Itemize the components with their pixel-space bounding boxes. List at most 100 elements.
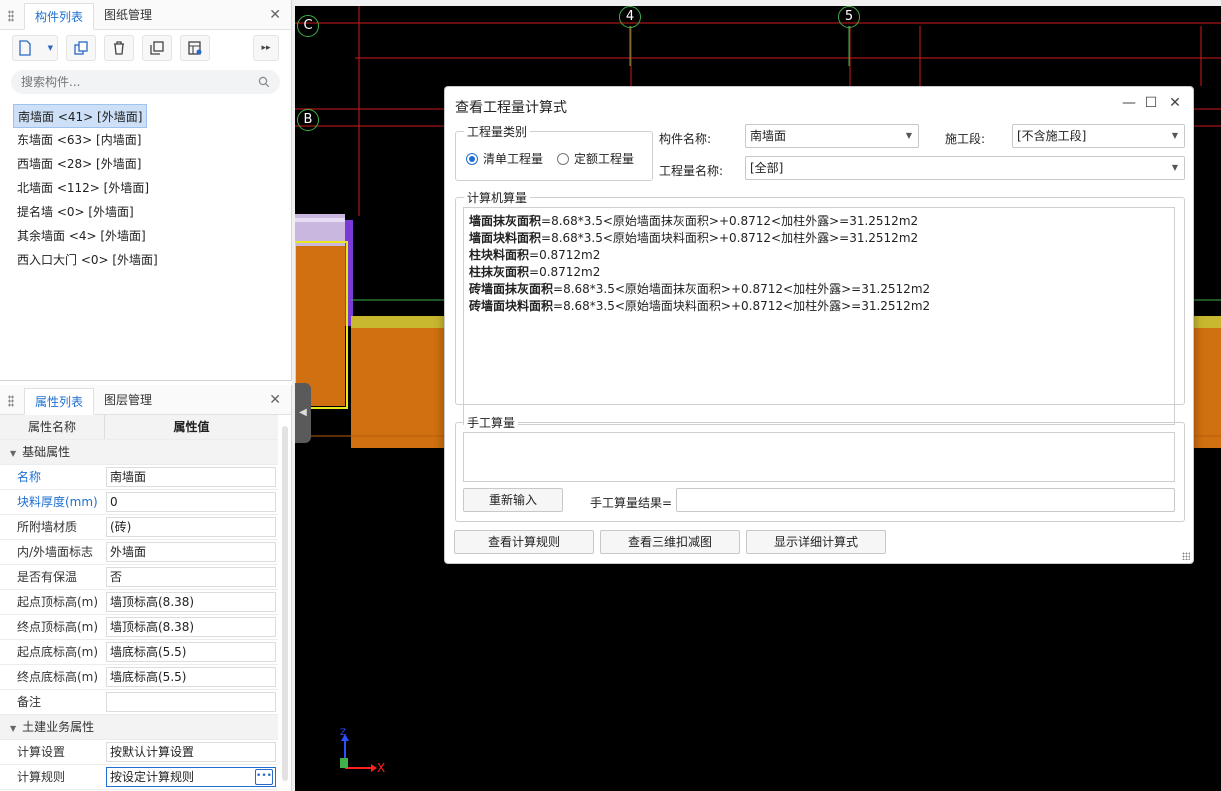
- prop-value-field[interactable]: [106, 692, 276, 712]
- table-row: 终点顶标高(m) 墙顶标高(8.38): [0, 615, 278, 640]
- drag-grip-icon[interactable]: [8, 395, 14, 407]
- prop-name: 内/外墙面标志: [17, 545, 94, 559]
- prop-name: 所附墙材质: [17, 520, 78, 534]
- calc-formula-text[interactable]: 墙面抹灰面积=8.68*3.5<原始墙面抹灰面积>+0.8712<加柱外露>=3…: [463, 207, 1175, 425]
- calc-formula-dialog: 查看工程量计算式 — ☐ ✕ 工程量类别 清单工程量 定额工程量 构件名称: 南…: [444, 86, 1194, 564]
- tab-component-list[interactable]: 构件列表: [24, 3, 95, 30]
- maximize-button[interactable]: ☐: [1141, 95, 1161, 111]
- component-tabbar: 构件列表 图纸管理 ✕: [0, 0, 291, 30]
- dialog-title: 查看工程量计算式: [455, 100, 567, 116]
- copy-button[interactable]: [66, 35, 96, 61]
- prop-value-field[interactable]: 0: [106, 492, 276, 512]
- tab-layer-manage[interactable]: 图层管理: [94, 387, 162, 414]
- prop-value-field[interactable]: 按设定计算规则 •••: [106, 767, 276, 787]
- show-detail-formula-button[interactable]: 显示详细计算式: [746, 530, 886, 554]
- col-value-header: 属性值: [104, 415, 278, 439]
- property-tabbar: 属性列表 图层管理 ✕: [0, 385, 291, 415]
- export-button[interactable]: [180, 35, 210, 61]
- property-scrollbar[interactable]: [282, 426, 288, 781]
- duplicate-button[interactable]: [142, 35, 172, 61]
- prop-name: 备注: [17, 695, 42, 709]
- search-icon[interactable]: [258, 76, 270, 88]
- component-name-label: 构件名称:: [659, 132, 712, 146]
- collapse-triangle-icon: ▼: [10, 724, 17, 733]
- tab-property-list[interactable]: 属性列表: [24, 388, 95, 415]
- table-row: 名称 南墙面: [0, 465, 278, 490]
- select-value: 南墙面: [750, 129, 787, 143]
- delete-button[interactable]: [104, 35, 134, 61]
- reenter-button[interactable]: 重新输入: [463, 488, 563, 512]
- prop-value-field[interactable]: 外墙面: [106, 542, 276, 562]
- radio-label: 定额工程量: [574, 152, 635, 166]
- prop-name: 是否有保温: [17, 570, 78, 584]
- qty-type-legend: 工程量类别: [464, 123, 531, 140]
- list-item[interactable]: 提名墙 <0> [外墙面]: [13, 200, 138, 224]
- calc-formula: =0.8712m2: [529, 248, 601, 262]
- calc-key: 柱块料面积: [469, 248, 530, 262]
- manual-calc-input[interactable]: [463, 432, 1175, 482]
- layers-icon: [150, 41, 164, 55]
- drag-grip-icon[interactable]: [8, 10, 14, 22]
- manual-result-label: 手工算量结果=: [590, 496, 673, 510]
- more-options-button[interactable]: •••: [255, 769, 273, 785]
- more-tools-button[interactable]: ▸▸: [253, 35, 279, 61]
- minimize-button[interactable]: —: [1119, 95, 1139, 111]
- col-name-header: 属性名称: [27, 420, 76, 434]
- group-label: 基础属性: [22, 445, 71, 459]
- list-item[interactable]: 西入口大门 <0> [外墙面]: [13, 248, 162, 272]
- calc-key: 砖墙面抹灰面积: [469, 282, 554, 296]
- resize-grip-icon[interactable]: [1182, 552, 1190, 560]
- collapse-panel-button[interactable]: ◀: [295, 383, 311, 443]
- list-item[interactable]: 北墙面 <112> [外墙面]: [13, 176, 153, 200]
- group-basic[interactable]: ▼ 基础属性: [0, 440, 278, 465]
- qty-type-group: 工程量类别 清单工程量 定额工程量: [455, 123, 653, 181]
- component-name-select[interactable]: 南墙面 ▼: [745, 124, 919, 148]
- prop-name: 块料厚度(mm): [17, 495, 98, 509]
- prop-value-field[interactable]: 否: [106, 567, 276, 587]
- left-dock: 构件列表 图纸管理 ✕ ▼ ▸▸ 搜索构件... 南墙面 <41> [外墙面] …: [0, 0, 292, 791]
- prop-name: 终点顶标高(m): [17, 620, 99, 634]
- table-row: 备注: [0, 690, 278, 715]
- list-item[interactable]: 东墙面 <63> [内墙面]: [13, 128, 145, 152]
- prop-value-field[interactable]: 按默认计算设置: [106, 742, 276, 762]
- prop-value-field[interactable]: 南墙面: [106, 467, 276, 487]
- calc-line: 砖墙面抹灰面积=8.68*3.5<原始墙面抹灰面积>+0.8712<加柱外露>=…: [469, 281, 1169, 298]
- list-item[interactable]: 其余墙面 <4> [外墙面]: [13, 224, 150, 248]
- group-civil[interactable]: ▼ 土建业务属性: [0, 715, 278, 740]
- prop-name: 计算规则: [17, 770, 66, 784]
- component-panel: 构件列表 图纸管理 ✕ ▼ ▸▸ 搜索构件... 南墙面 <41> [外墙面] …: [0, 0, 292, 381]
- table-row: 终点底标高(m) 墙底标高(5.5): [0, 665, 278, 690]
- table-row: 是否有保温 否: [0, 565, 278, 590]
- stage-select[interactable]: [不含施工段] ▼: [1012, 124, 1185, 148]
- chevron-down-icon[interactable]: ▼: [48, 44, 53, 52]
- prop-value-field[interactable]: 墙顶标高(8.38): [106, 592, 276, 612]
- prop-value-field[interactable]: 墙底标高(5.5): [106, 642, 276, 662]
- prop-value-field[interactable]: 墙底标高(5.5): [106, 667, 276, 687]
- table-row: 起点顶标高(m) 墙顶标高(8.38): [0, 590, 278, 615]
- tab-drawing-manage[interactable]: 图纸管理: [94, 2, 162, 29]
- prop-value-field[interactable]: 墙顶标高(8.38): [106, 617, 276, 637]
- grid-axis-b: B: [297, 109, 319, 131]
- prop-name: 起点顶标高(m): [17, 595, 99, 609]
- manual-result-input[interactable]: [676, 488, 1175, 512]
- prop-value-field[interactable]: (砖): [106, 517, 276, 537]
- qty-name-select[interactable]: [全部] ▼: [745, 156, 1185, 180]
- table-row: 块料厚度(mm) 0: [0, 490, 278, 515]
- chevron-down-icon: ▼: [1171, 131, 1178, 140]
- radio-quota-qty[interactable]: 定额工程量: [557, 150, 634, 167]
- calc-formula: =8.68*3.5<原始墙面块料面积>+0.8712<加柱外露>=31.2512…: [553, 299, 931, 313]
- list-item[interactable]: 南墙面 <41> [外墙面]: [13, 104, 148, 128]
- table-row: 内/外墙面标志 外墙面: [0, 540, 278, 565]
- chevron-down-icon: ▼: [1171, 163, 1178, 172]
- list-item[interactable]: 西墙面 <28> [外墙面]: [13, 152, 145, 176]
- view-rules-button[interactable]: 查看计算规则: [454, 530, 594, 554]
- calc-line: 柱抹灰面积=0.8712m2: [469, 264, 1169, 281]
- close-icon[interactable]: ✕: [269, 392, 281, 408]
- search-input[interactable]: [21, 75, 221, 89]
- table-row: 计算规则 按设定计算规则 •••: [0, 765, 278, 790]
- close-icon[interactable]: ✕: [269, 7, 281, 23]
- new-component-button[interactable]: ▼: [12, 35, 58, 61]
- close-button[interactable]: ✕: [1165, 95, 1185, 111]
- view-3d-deduction-button[interactable]: 查看三维扣减图: [600, 530, 740, 554]
- radio-bill-qty[interactable]: 清单工程量: [466, 150, 543, 167]
